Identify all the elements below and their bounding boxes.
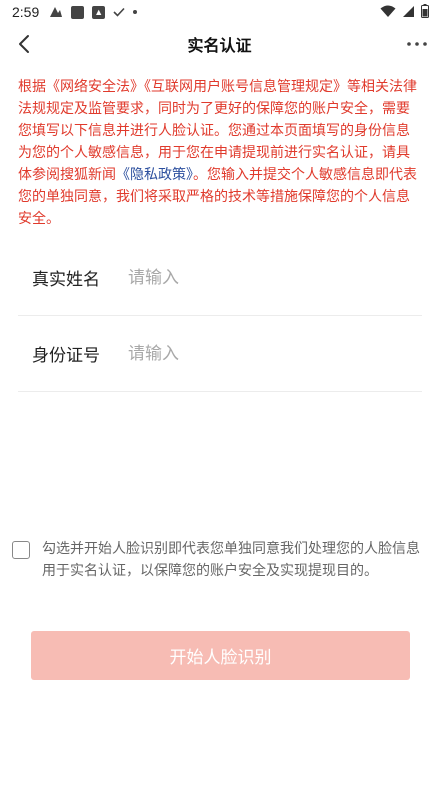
- privacy-notice: 根据《网络安全法》《互联网用户账号信息管理规定》等相关法律法规规定及监管要求，同…: [18, 76, 422, 230]
- status-time: 2:59: [12, 4, 40, 20]
- id-number-row: 身份证号: [18, 316, 422, 392]
- identity-form: 真实姓名 身份证号: [18, 240, 422, 392]
- navigation-bar: 实名认证: [0, 24, 439, 64]
- name-label: 真实姓名: [32, 270, 100, 290]
- status-bar: 2:59 ▲: [0, 0, 439, 24]
- signal-icon: [402, 5, 415, 18]
- id-number-label: 身份证号: [32, 346, 100, 366]
- name-input[interactable]: [128, 267, 422, 288]
- check-notification-icon: [113, 7, 125, 17]
- start-face-recognition-button[interactable]: 开始人脸识别: [31, 631, 410, 680]
- square-notification-icon: [71, 5, 85, 19]
- wifi-icon: [380, 5, 396, 18]
- more-options-button[interactable]: [405, 32, 429, 56]
- more-horizontal-icon: [407, 42, 427, 46]
- back-button[interactable]: [12, 32, 36, 56]
- page-title: 实名认证: [187, 36, 252, 55]
- system-icons: [380, 4, 429, 18]
- more-notifications-dot-icon: [133, 10, 138, 14]
- name-row: 真实姓名: [18, 240, 422, 316]
- chevron-left-icon: [19, 35, 29, 53]
- notification-icons: ▲: [49, 5, 138, 19]
- privacy-policy-link[interactable]: 《隐私政策》: [116, 167, 193, 183]
- agreement-section: 勾选并开始人脸识别即代表您单独同意我们处理您的人脸信息用于实名认证，以保障您的账…: [12, 538, 422, 582]
- a-notification-icon: ▲: [92, 5, 106, 19]
- id-number-input[interactable]: [128, 343, 422, 364]
- agreement-text: 勾选并开始人脸识别即代表您单独同意我们处理您的人脸信息用于实名认证，以保障您的账…: [42, 541, 420, 579]
- agreement-checkbox[interactable]: [12, 541, 30, 559]
- battery-icon: [421, 4, 429, 18]
- app-notification-icon: [49, 6, 63, 18]
